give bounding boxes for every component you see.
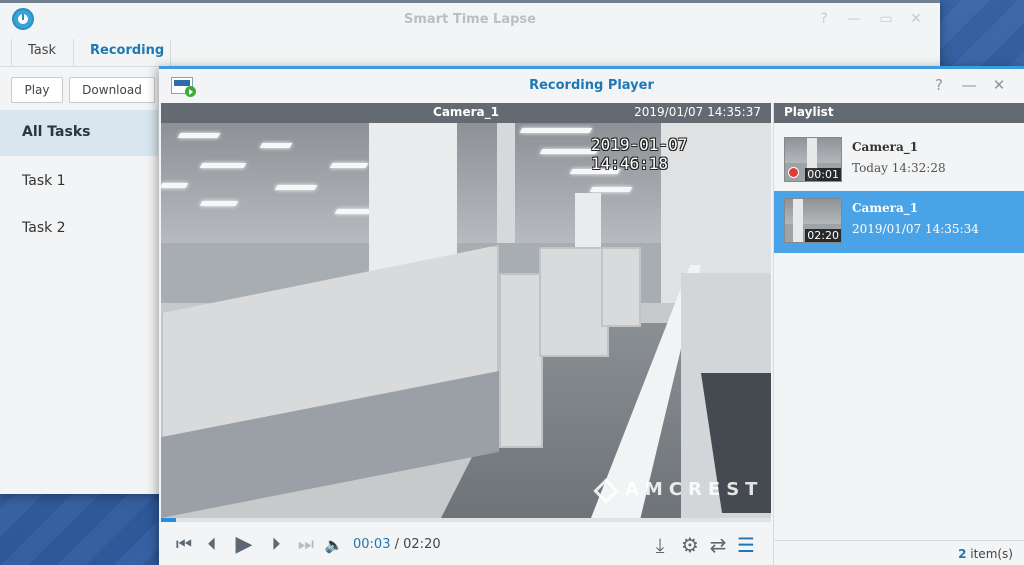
playlist-toggle-icon[interactable]: ☰ [735,532,757,558]
app-maximize-button[interactable]: ▭ [878,11,894,27]
settings-gear-icon[interactable]: ⚙ [679,532,701,558]
video-watermark: AMCREST [625,479,764,500]
sidebar-item-all-tasks[interactable]: All Tasks [0,110,158,156]
playback-time: 00:03 / 02:20 [353,537,441,552]
playlist-thumbnail: 02:20 [784,198,842,243]
playlist-item-selected[interactable]: 02:20 Camera_1 2019/01/07 14:35:34 [774,191,1024,253]
playlist-item-name: Camera_1 [852,140,919,154]
video-osd-timestamp: 2019-01-07 14:46:18 [591,135,688,173]
sidebar-item-task-2[interactable]: Task 2 [0,206,158,252]
playlist-count-label: item(s) [970,547,1013,561]
time-separator: / [394,537,399,552]
playlist-panel: Playlist 00:01 Camera_1 Today 14:32:28 0… [773,103,1024,565]
tab-task[interactable]: Task [11,39,72,67]
app-minimize-button[interactable]: — [846,11,862,27]
repeat-icon[interactable]: ⇄ [707,532,729,558]
app-titlebar: Smart Time Lapse ? — ▭ ✕ [0,3,940,39]
playlist-duration: 02:20 [805,229,841,242]
playlist-footer: 2 item(s) [774,540,1024,565]
tab-recording[interactable]: Recording [73,39,180,67]
playlist-duration: 00:01 [805,168,841,181]
volume-icon[interactable]: 🔈 [323,532,345,558]
playlist-thumbnail: 00:01 [784,137,842,182]
sidebar-item-task-1[interactable]: Task 1 [0,159,158,205]
player-title: Recording Player [529,78,654,93]
app-tab-bar: Task Recording [0,39,940,67]
player-controls: ⏮ ⏴ ▶ ⏵ ⏭ 🔈 00:03 / 02:20 ⤓ ⚙ ⇄ ☰ [161,522,771,565]
playlist-item[interactable]: 00:01 Camera_1 Today 14:32:28 [774,130,1024,192]
download-icon[interactable]: ⤓ [649,532,671,558]
playlist-item-name: Camera_1 [852,201,919,215]
skip-to-start-icon[interactable]: ⏮ [173,532,195,558]
current-time: 00:03 [353,537,391,552]
app-help-button[interactable]: ? [816,11,832,27]
app-close-button[interactable]: ✕ [908,11,924,27]
download-button[interactable]: Download [69,77,155,103]
player-help-button[interactable]: ? [931,76,947,94]
fast-forward-icon[interactable]: ⏭ [295,532,317,558]
play-icon[interactable]: ▶ [231,532,257,558]
play-button[interactable]: Play [11,77,63,103]
video-frame[interactable]: 2019-01-07 14:46:18 AMCREST [161,123,771,518]
playlist-item-time: Today 14:32:28 [852,161,946,175]
previous-frame-icon[interactable]: ⏴ [201,532,223,558]
total-time: 02:20 [403,537,441,552]
playlist-count: 2 [958,547,967,561]
player-minimize-button[interactable]: — [961,76,977,94]
video-header-bar: Camera_1 2019/01/07 14:35:37 [161,103,771,123]
tab-divider [170,39,171,67]
recording-player-window: Recording Player ? — ✕ Camera_1 2019/01/… [159,66,1024,565]
next-frame-icon[interactable]: ⏵ [265,532,287,558]
recording-indicator-icon [788,167,799,178]
playlist-item-time: 2019/01/07 14:35:34 [852,222,979,236]
player-close-button[interactable]: ✕ [991,76,1007,94]
player-titlebar: Recording Player ? — ✕ [159,69,1024,103]
playlist-header: Playlist [774,103,1024,123]
app-title: Smart Time Lapse [404,12,536,27]
video-timestamp: 2019/01/07 14:35:37 [634,105,761,119]
